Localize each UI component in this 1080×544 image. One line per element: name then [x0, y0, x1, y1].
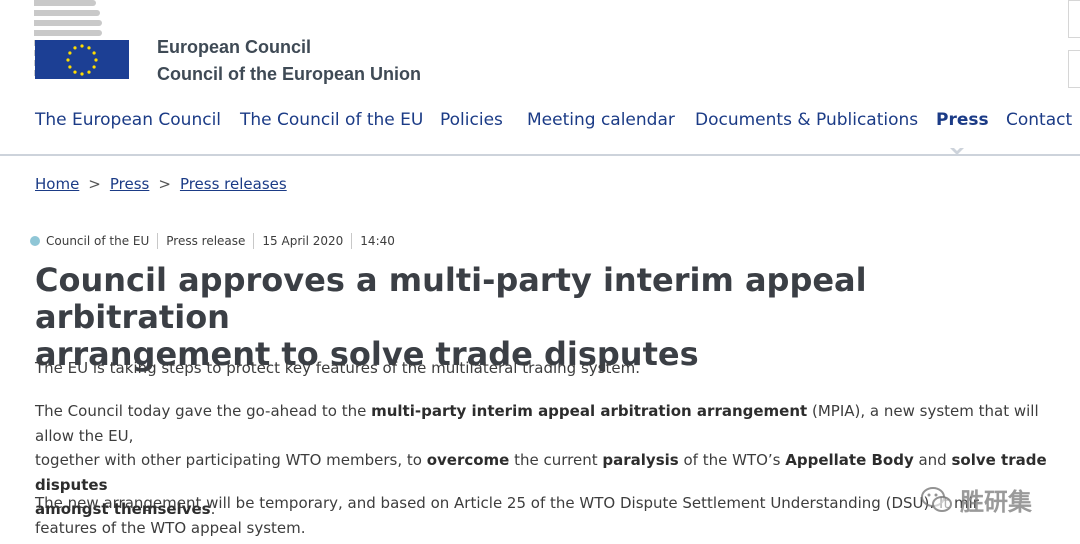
article-meta: Council of the EU Press release 15 April… [30, 233, 403, 249]
article-paragraph-3: The new arrangement will be temporary, a… [35, 491, 1075, 540]
nav-item-documents-publications[interactable]: Documents & Publications [695, 110, 918, 130]
nav-item-meeting-calendar[interactable]: Meeting calendar [527, 110, 675, 130]
top-right-control[interactable] [1068, 0, 1080, 38]
main-nav: The European Council The Council of the … [0, 104, 1080, 156]
top-right-control-2[interactable] [1068, 50, 1080, 88]
title-line-1: Council approves a multi-party interim a… [35, 261, 867, 336]
nav-item-european-council[interactable]: The European Council [35, 110, 221, 130]
text-run: The new arrangement will be temporary, a… [35, 494, 979, 512]
text-run: The Council today gave the go-ahead to t… [35, 402, 372, 420]
eu-flag-icon [35, 40, 129, 79]
breadcrumb-press-releases[interactable]: Press releases [180, 175, 287, 193]
breadcrumb-separator: > [158, 175, 171, 193]
breadcrumb-separator: > [88, 175, 101, 193]
bold-run: paralysis [602, 451, 679, 469]
source-dot-icon [30, 236, 40, 246]
nav-item-council-of-eu[interactable]: The Council of the EU [240, 110, 423, 130]
breadcrumb-press[interactable]: Press [110, 175, 149, 193]
text-run: and [913, 451, 952, 469]
text-run: together with other participating WTO me… [35, 451, 427, 469]
text-run: of the WTO’s [678, 451, 786, 469]
breadcrumb-home[interactable]: Home [35, 175, 79, 193]
site-brand[interactable]: European Council Council of the European… [157, 34, 421, 88]
text-run: the current [509, 451, 603, 469]
meta-type: Press release [157, 233, 253, 249]
active-nav-indicator [950, 146, 964, 155]
bold-run: multi-party interim appeal arbitration a… [371, 402, 808, 420]
meta-date: 15 April 2020 [253, 233, 351, 249]
text-run: features of the WTO appeal system. [35, 518, 306, 537]
bold-run: overcome [426, 451, 510, 469]
watermark: 胜研集 [920, 482, 1032, 517]
wechat-icon [921, 486, 952, 512]
breadcrumb: Home > Press > Press releases [35, 175, 287, 193]
nav-item-press[interactable]: Press [936, 110, 989, 130]
brand-line-1: European Council [157, 37, 312, 57]
nav-item-contact[interactable]: Contact [1006, 110, 1072, 130]
meta-source: Council of the EU [46, 234, 150, 248]
watermark-text: 胜研集 [960, 488, 1032, 516]
meta-time: 14:40 [351, 233, 403, 249]
brand-line-2: Council of the European Union [157, 64, 421, 84]
bold-run: Appellate Body [785, 451, 914, 469]
article-lead: The EU is taking steps to protect key fe… [35, 359, 640, 377]
nav-item-policies[interactable]: Policies [440, 110, 503, 130]
